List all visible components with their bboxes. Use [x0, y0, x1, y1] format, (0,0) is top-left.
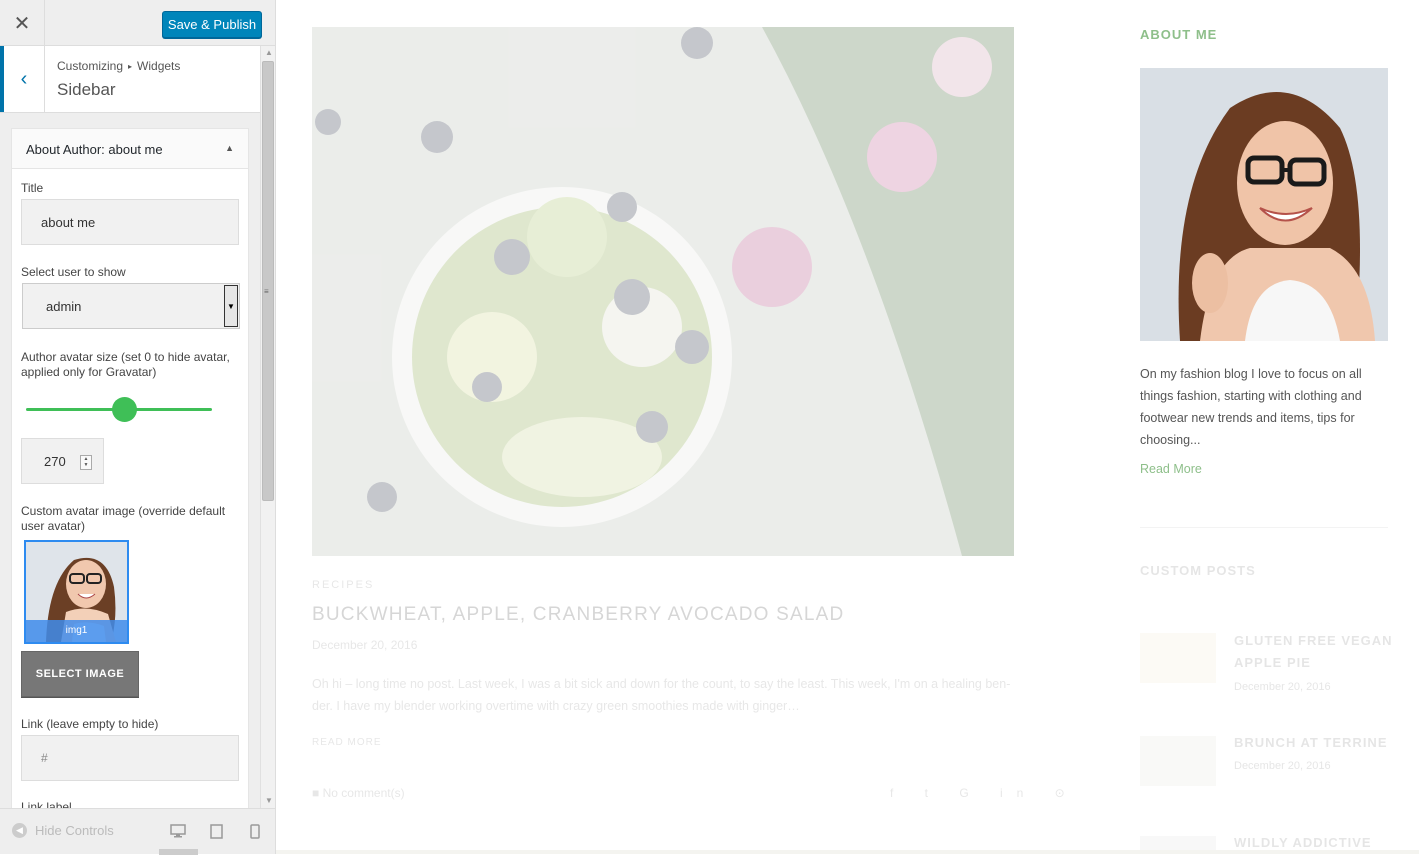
- panel-scrollbar[interactable]: ▲ ≡ ▼: [260, 46, 275, 808]
- save-publish-button[interactable]: Save & Publish: [162, 11, 262, 38]
- custom-post-thumbnail[interactable]: [1140, 736, 1216, 786]
- breadcrumb: Customizing ▸ Widgets: [57, 59, 180, 73]
- title-label: Title: [21, 181, 44, 195]
- widget-instance: about me: [108, 142, 163, 157]
- scroll-thumb[interactable]: ≡: [262, 61, 274, 501]
- dropdown-arrow-icon[interactable]: ▼: [224, 285, 238, 327]
- post-read-more-link[interactable]: READ MORE: [312, 737, 382, 748]
- link-label: Link (leave empty to hide): [21, 717, 159, 731]
- post-category[interactable]: RECIPES: [312, 579, 374, 591]
- post-comments-link[interactable]: ■ No comment(s): [312, 786, 405, 800]
- back-arrow-icon[interactable]: ‹: [0, 46, 45, 112]
- close-icon[interactable]: ✕: [0, 0, 45, 46]
- avatar-size-input[interactable]: 270 ▲ ▼: [21, 438, 104, 484]
- next-posts-strip: [276, 850, 1419, 854]
- avatar-size-slider[interactable]: [26, 397, 212, 422]
- scroll-up-icon[interactable]: ▲: [265, 48, 273, 57]
- post-date: December 20, 2016: [312, 638, 418, 652]
- widget-title: About Author: about me: [26, 142, 163, 157]
- device-indicator: [159, 849, 198, 855]
- custom-post-title[interactable]: BRUNCH AT TERRINE: [1234, 732, 1394, 754]
- select-image-button[interactable]: SELECT IMAGE: [21, 651, 139, 697]
- desktop-preview-icon[interactable]: [170, 824, 186, 841]
- sidebar-divider: [1140, 527, 1388, 528]
- post-excerpt: Oh hi – long time no post. Last week, I …: [312, 677, 1011, 713]
- section-title: Sidebar: [57, 80, 116, 99]
- breadcrumb-root: Customizing: [57, 59, 124, 73]
- user-select-label: Select user to show: [21, 265, 126, 279]
- scroll-grip-icon: ≡: [264, 287, 269, 296]
- breadcrumb-separator-icon: ▸: [128, 62, 133, 71]
- site-preview: RECIPES December 20, 2016 Oh hi – long t…: [276, 0, 1419, 854]
- hide-controls-button[interactable]: ◀ Hide Controls: [12, 823, 114, 838]
- breadcrumb-child: Widgets: [137, 59, 181, 73]
- post-featured-image[interactable]: [312, 27, 1014, 556]
- custom-post-thumbnail[interactable]: [1140, 633, 1216, 683]
- avatar-caption: img1: [26, 620, 127, 642]
- custom-post-date: December 20, 2016: [1234, 681, 1331, 693]
- custom-post-title[interactable]: GLUTEN FREE VEGAN APPLE PIE: [1234, 630, 1394, 674]
- about-me-read-more-link[interactable]: Read More: [1140, 462, 1202, 476]
- custom-post-date: December 20, 2016: [1234, 760, 1331, 772]
- custom-avatar-thumbnail[interactable]: img1: [24, 540, 129, 644]
- user-select[interactable]: admin ▼: [22, 283, 240, 329]
- mobile-preview-icon[interactable]: [250, 824, 260, 842]
- collapse-left-icon: ◀: [12, 823, 27, 838]
- title-input[interactable]: about me: [21, 199, 239, 245]
- custom-avatar-label: Custom avatar image (override default us…: [21, 504, 226, 533]
- custom-posts-title: CUSTOM POSTS: [1140, 563, 1256, 578]
- post-title[interactable]: BUCKWHEAT, APPLE, CRANBERRY AVOCADO SALA…: [312, 604, 844, 626]
- about-me-photo: [1140, 68, 1388, 341]
- hide-controls-label: Hide Controls: [35, 823, 114, 838]
- customizer-footer: ◀ Hide Controls: [0, 808, 275, 855]
- customizer-header: ✕ Save & Publish: [0, 0, 275, 46]
- widget-type: About Author:: [26, 142, 105, 157]
- slider-handle[interactable]: [112, 397, 138, 422]
- customizer-panel: ✕ Save & Publish ‹ Customizing ▸ Widgets S…: [0, 0, 276, 855]
- number-spinner-icon[interactable]: ▲ ▼: [80, 455, 92, 470]
- about-author-widget: About Author: about me ▲ Title about me …: [11, 128, 249, 810]
- section-header: ‹ Customizing ▸ Widgets Sidebar: [0, 46, 260, 113]
- user-select-value: admin: [46, 298, 82, 314]
- collapse-arrow-icon[interactable]: ▲: [225, 143, 234, 153]
- about-me-title: ABOUT ME: [1140, 27, 1218, 42]
- link-input[interactable]: #: [21, 735, 239, 781]
- post-comments-label: No comment(s): [322, 786, 405, 800]
- widget-header[interactable]: About Author: about me ▲: [12, 129, 248, 169]
- share-icons[interactable]: f t G in ⊙: [890, 786, 1079, 800]
- about-me-text: On my fashion blog I love to focus on al…: [1140, 367, 1362, 447]
- avatar-size-value: 270: [44, 453, 66, 469]
- scroll-down-icon[interactable]: ▼: [265, 796, 273, 805]
- tablet-preview-icon[interactable]: [210, 824, 223, 842]
- salad-photo: [312, 27, 1014, 556]
- avatar-size-label: Author avatar size (set 0 to hide avatar…: [21, 350, 230, 379]
